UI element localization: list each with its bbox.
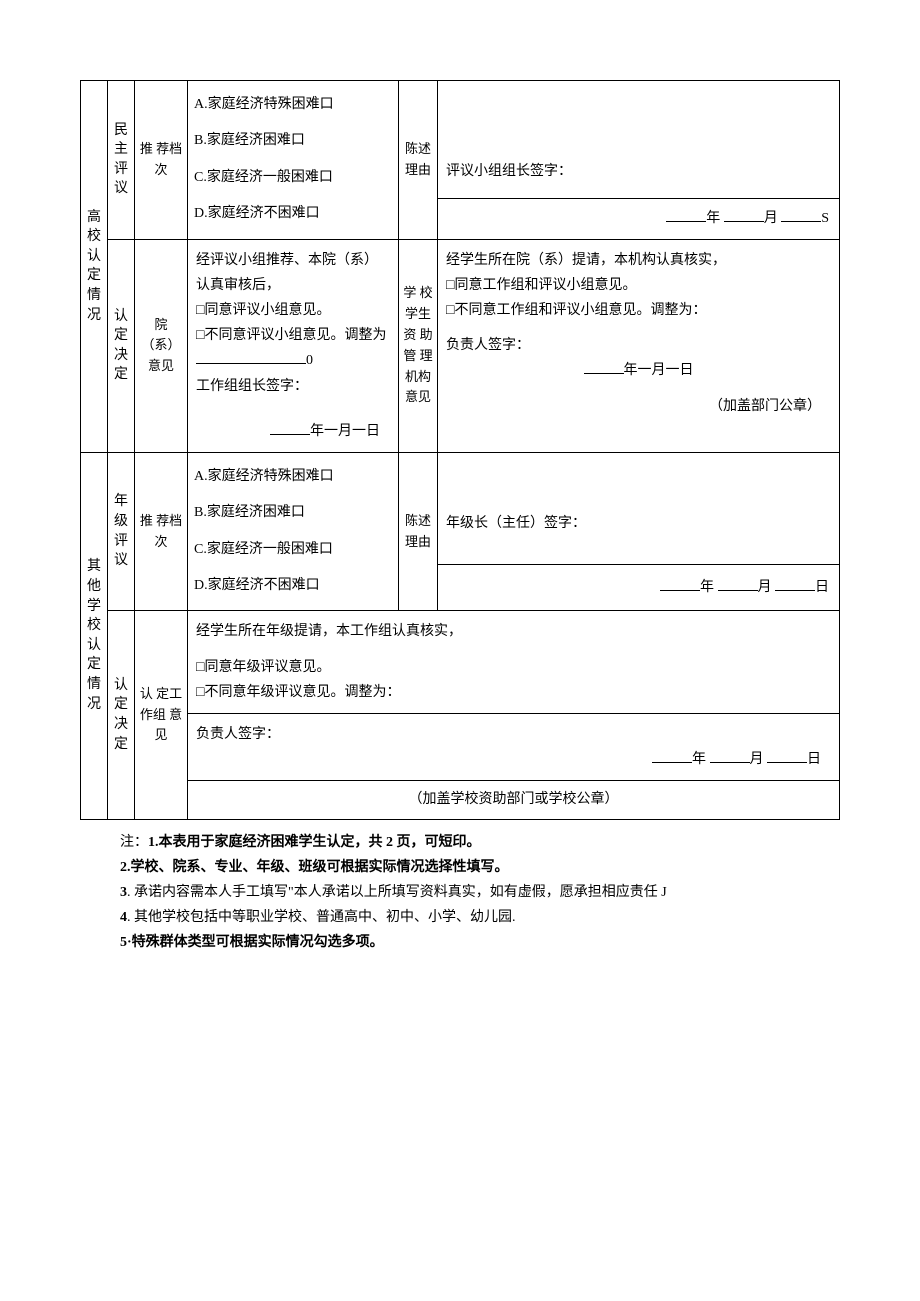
- a-row1-sig: 评议小组组长签字：: [446, 159, 831, 184]
- notes-block: 注：1.本表用于家庭经济困难学生认定，共 2 页，可短印。 2.学校、院系、专业…: [80, 830, 840, 956]
- opt-d2[interactable]: D.家庭经济不困难口: [194, 568, 394, 604]
- day-label2: 日: [815, 580, 829, 595]
- b-row1-options[interactable]: A.家庭经济特殊困难口 B.家庭经济困难口 C.家庭经济一般困难口 D.家庭经济…: [188, 452, 399, 611]
- a-row1-reason-area[interactable]: 评议小组组长签字：: [438, 81, 840, 199]
- year-label3: 年: [692, 752, 706, 767]
- opt-b[interactable]: B.家庭经济困难口: [194, 123, 394, 159]
- month-label2: 月: [758, 580, 772, 595]
- b-row2-seal: （加盖学校资助部门或学校公章）: [188, 781, 840, 819]
- b-row1-reason-label: 陈述理由: [399, 452, 438, 611]
- b-r2-l1: 经学生所在年级提请，本工作组认真核实，: [196, 619, 831, 644]
- a-row2-col1: 院（系）意见: [135, 239, 188, 452]
- opt-a[interactable]: A.家庭经济特殊困难口: [194, 87, 394, 123]
- b-r2-l3[interactable]: □不同意年级评议意见。调整为：: [196, 680, 831, 705]
- a-row2-right[interactable]: 经学生所在院（系）提请，本机构认真核实， □同意工作组和评议小组意见。 □不同意…: [438, 239, 840, 452]
- note-2: 2.学校、院系、专业、年级、班级可根据实际情况选择性填写。: [120, 860, 509, 875]
- b-row1-label: 年级评议: [108, 452, 135, 611]
- b-row2-col1: 认 定工 作组 意见: [135, 611, 188, 819]
- note-1: 1.本表用于家庭经济困难学生认定，共 2 页，可短印。: [148, 835, 481, 850]
- a-row1-reason-label: 陈述理由: [399, 81, 438, 240]
- note-3a: 3: [120, 885, 127, 900]
- a-row1-col1: 推 荐档次: [135, 81, 188, 240]
- note-5: 5·特殊群体类型可根据实际情况勾选多项。: [120, 935, 384, 950]
- note-4a: 4: [120, 910, 127, 925]
- a-row1-date[interactable]: 年 月 S: [438, 199, 840, 239]
- b-r2-date[interactable]: 年 月 日: [196, 747, 831, 772]
- a-r2-l1: 经评议小组推荐、本院（系）认真审核后，: [196, 248, 390, 298]
- a-row2-label: 认定决定: [108, 239, 135, 452]
- opt-b2[interactable]: B.家庭经济困难口: [194, 495, 394, 531]
- day-label: S: [821, 211, 829, 226]
- note-4b: . 其他学校包括中等职业学校、普通高中、初中、小学、幼儿园.: [127, 910, 516, 925]
- section-a-title: 高校认定情况: [81, 81, 108, 453]
- b-row1-reason-area[interactable]: 年级长（主任）签字：: [438, 452, 840, 564]
- month-label3: 月: [750, 752, 764, 767]
- a-r2-r3[interactable]: □不同意工作组和评议小组意见。调整为：: [446, 298, 831, 323]
- b-r2-l4: 负责人签字：: [196, 722, 831, 747]
- b-row2-body[interactable]: 经学生所在年级提请，本工作组认真核实， □同意年级评议意见。 □不同意年级评议意…: [188, 611, 840, 714]
- a-r2-l4: 工作组组长签字：: [196, 374, 390, 399]
- a-row1-options[interactable]: A.家庭经济特殊困难口 B.家庭经济困难口 C.家庭经济一般困难口 D.家庭经济…: [188, 81, 399, 240]
- a-r2-l2[interactable]: □同意评议小组意见。: [196, 298, 390, 323]
- a-r2-seal: （加盖部门公章）: [446, 394, 831, 419]
- b-row1-sig: 年级长（主任）签字：: [446, 511, 831, 536]
- year-label2: 年: [700, 580, 714, 595]
- year-label: 年: [706, 211, 720, 226]
- section-b-title: 其他学校认定情况: [81, 452, 108, 819]
- a-r2-date[interactable]: 年一月一日: [196, 419, 390, 444]
- a-row1-label: 民主评议: [108, 81, 135, 240]
- b-row2-label: 认定决定: [108, 611, 135, 819]
- b-row1-date[interactable]: 年 月 日: [438, 564, 840, 610]
- opt-d[interactable]: D.家庭经济不困难口: [194, 196, 394, 232]
- a-r2-r4: 负责人签字：: [446, 333, 831, 358]
- a-r2-rdate[interactable]: 年一月一日: [446, 358, 831, 383]
- a-row2-col3: 学 校 学生 资 助管 理 机构意见: [399, 239, 438, 452]
- opt-a2[interactable]: A.家庭经济特殊困难口: [194, 459, 394, 495]
- month-label: 月: [764, 211, 778, 226]
- opt-c[interactable]: C.家庭经济一般困难口: [194, 160, 394, 196]
- day-label3: 日: [807, 752, 821, 767]
- opt-c2[interactable]: C.家庭经济一般困难口: [194, 532, 394, 568]
- a-r2-l3[interactable]: □不同意评议小组意见。调整为 0: [196, 323, 390, 373]
- b-row1-col1: 推 荐档次: [135, 452, 188, 611]
- note-3b: . 承诺内容需本人手工填写"本人承诺以上所填写资料真实，如有虚假，愿承担相应责任…: [127, 885, 667, 900]
- a-r2-r2[interactable]: □同意工作组和评议小组意见。: [446, 273, 831, 298]
- form-table: 高校认定情况 民主评议 推 荐档次 A.家庭经济特殊困难口 B.家庭经济困难口 …: [80, 80, 840, 820]
- b-r2-l2[interactable]: □同意年级评议意见。: [196, 655, 831, 680]
- b-row2-sig[interactable]: 负责人签字： 年 月 日: [188, 714, 840, 781]
- a-r2-r1: 经学生所在院（系）提请，本机构认真核实，: [446, 248, 831, 273]
- a-row2-left[interactable]: 经评议小组推荐、本院（系）认真审核后， □同意评议小组意见。 □不同意评议小组意…: [188, 239, 399, 452]
- notes-prefix: 注：: [120, 835, 148, 850]
